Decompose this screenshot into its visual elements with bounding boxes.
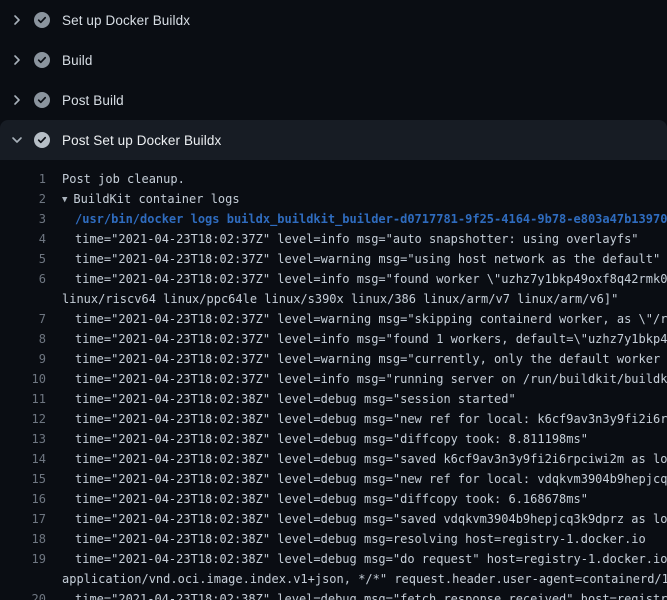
log-line: 7 time="2021-04-23T18:02:37Z" level=warni… (0, 309, 667, 329)
log-line-text: Post job cleanup. (62, 169, 185, 189)
log-line: 11 time="2021-04-23T18:02:38Z" level=debu… (0, 389, 667, 409)
log-line: 8 time="2021-04-23T18:02:37Z" level=info … (0, 329, 667, 349)
log-line-text: time="2021-04-23T18:02:37Z" level=warnin… (75, 349, 667, 369)
log-line-text: time="2021-04-23T18:02:37Z" level=info m… (75, 229, 639, 249)
log-line: 13 time="2021-04-23T18:02:38Z" level=debu… (0, 429, 667, 449)
log-line-number (0, 569, 46, 589)
log-line: 16 time="2021-04-23T18:02:38Z" level=debu… (0, 489, 667, 509)
log-line: 1 Post job cleanup. (0, 169, 667, 189)
log-line: 9 time="2021-04-23T18:02:37Z" level=warni… (0, 349, 667, 369)
log-line: 14 time="2021-04-23T18:02:38Z" level=debu… (0, 449, 667, 469)
step-label: Set up Docker Buildx (62, 13, 190, 28)
log-line-number[interactable]: 15 (0, 469, 46, 489)
log-line-number[interactable]: 3 (0, 209, 46, 229)
log-line-number[interactable]: 20 (0, 589, 46, 600)
log-line-text: time="2021-04-23T18:02:38Z" level=debug … (75, 449, 667, 469)
log-line-number[interactable]: 17 (0, 509, 46, 529)
log-line-text: time="2021-04-23T18:02:38Z" level=debug … (75, 509, 667, 529)
log-line-text: time="2021-04-23T18:02:38Z" level=debug … (75, 389, 516, 409)
log-line-number[interactable]: 5 (0, 249, 46, 269)
log-line-number[interactable]: 2 (0, 189, 46, 209)
log-line-text: ▼ BuildKit container logs (62, 189, 240, 209)
log-line-text: time="2021-04-23T18:02:38Z" level=debug … (75, 529, 646, 549)
log-line: 3/usr/bin/docker logs buildx_buildkit_bu… (0, 209, 667, 229)
log-line: 10 time="2021-04-23T18:02:37Z" level=info… (0, 369, 667, 389)
step-label: Post Set up Docker Buildx (62, 133, 221, 148)
log-line-text: application/vnd.oci.image.index.v1+json,… (62, 569, 667, 589)
log-line-number[interactable]: 7 (0, 309, 46, 329)
log-line-text: time="2021-04-23T18:02:38Z" level=debug … (75, 409, 667, 429)
log-line-text: time="2021-04-23T18:02:37Z" level=info m… (75, 369, 667, 389)
check-circle-icon (34, 132, 50, 148)
log-line: 4 time="2021-04-23T18:02:37Z" level=info … (0, 229, 667, 249)
actions-log-viewer: Set up Docker Buildx Build Post Build (0, 0, 667, 600)
step-list: Set up Docker Buildx Build Post Build (0, 0, 667, 160)
check-circle-icon (34, 52, 50, 68)
check-circle-icon (34, 12, 50, 28)
log-line-text: time="2021-04-23T18:02:37Z" level=warnin… (75, 249, 660, 269)
log-line-text: time="2021-04-23T18:02:38Z" level=debug … (75, 489, 588, 509)
log-line-number (0, 289, 46, 309)
log-line-number[interactable]: 18 (0, 529, 46, 549)
log-line: 18 time="2021-04-23T18:02:38Z" level=debu… (0, 529, 667, 549)
step-label: Post Build (62, 93, 124, 108)
log-line-number[interactable]: 9 (0, 349, 46, 369)
log-line-number[interactable]: 6 (0, 269, 46, 289)
log-group-title[interactable]: BuildKit container logs (73, 192, 239, 206)
log-line: 17 time="2021-04-23T18:02:38Z" level=debu… (0, 509, 667, 529)
log-line: 2 ▼ BuildKit container logs (0, 189, 667, 209)
chevron-down-icon (0, 132, 34, 148)
log-line: 12 time="2021-04-23T18:02:38Z" level=debu… (0, 409, 667, 429)
log-line-text: time="2021-04-23T18:02:37Z" level=info m… (75, 269, 667, 289)
log-line-number[interactable]: 1 (0, 169, 46, 189)
log-line-number[interactable]: 12 (0, 409, 46, 429)
log-line-text: time="2021-04-23T18:02:37Z" level=info m… (75, 329, 667, 349)
log-line: 5 time="2021-04-23T18:02:37Z" level=warni… (0, 249, 667, 269)
log-line: 15 time="2021-04-23T18:02:38Z" level=debu… (0, 469, 667, 489)
log-line-text: time="2021-04-23T18:02:37Z" level=warnin… (75, 309, 667, 329)
step-row-build[interactable]: Build (0, 40, 667, 80)
log-line-text: time="2021-04-23T18:02:38Z" level=debug … (75, 469, 667, 489)
chevron-right-icon (0, 52, 34, 68)
log-line: 20 time="2021-04-23T18:02:38Z" level=debu… (0, 589, 667, 600)
collapse-triangle-icon[interactable]: ▼ (62, 190, 67, 209)
log-line-number[interactable]: 13 (0, 429, 46, 449)
step-row-post-setup-docker-buildx[interactable]: Post Set up Docker Buildx (0, 120, 667, 160)
log-command-text: /usr/bin/docker logs buildx_buildkit_bui… (75, 209, 667, 229)
log-line-number[interactable]: 14 (0, 449, 46, 469)
log-line-text: time="2021-04-23T18:02:38Z" level=debug … (75, 429, 588, 449)
log-line-continuation: application/vnd.oci.image.index.v1+json,… (0, 569, 667, 589)
log-line: 19 time="2021-04-23T18:02:38Z" level=debu… (0, 549, 667, 569)
chevron-right-icon (0, 12, 34, 28)
log-line-number[interactable]: 19 (0, 549, 46, 569)
chevron-right-icon (0, 92, 34, 108)
log-line: 6 time="2021-04-23T18:02:37Z" level=info … (0, 269, 667, 289)
log-line-text: linux/riscv64 linux/ppc64le linux/s390x … (62, 289, 618, 309)
log-line-number[interactable]: 8 (0, 329, 46, 349)
log-line-number[interactable]: 16 (0, 489, 46, 509)
check-circle-icon (34, 92, 50, 108)
log-line-text: time="2021-04-23T18:02:38Z" level=debug … (75, 589, 667, 600)
step-row-post-build[interactable]: Post Build (0, 80, 667, 120)
step-label: Build (62, 53, 93, 68)
log-output: 1 Post job cleanup. 2 ▼ BuildKit container l… (0, 160, 667, 600)
log-line-text: time="2021-04-23T18:02:38Z" level=debug … (75, 549, 667, 569)
log-line-number[interactable]: 11 (0, 389, 46, 409)
log-line-number[interactable]: 10 (0, 369, 46, 389)
step-row-setup-docker-buildx[interactable]: Set up Docker Buildx (0, 0, 667, 40)
log-line-continuation: linux/riscv64 linux/ppc64le linux/s390x … (0, 289, 667, 309)
log-line-number[interactable]: 4 (0, 229, 46, 249)
